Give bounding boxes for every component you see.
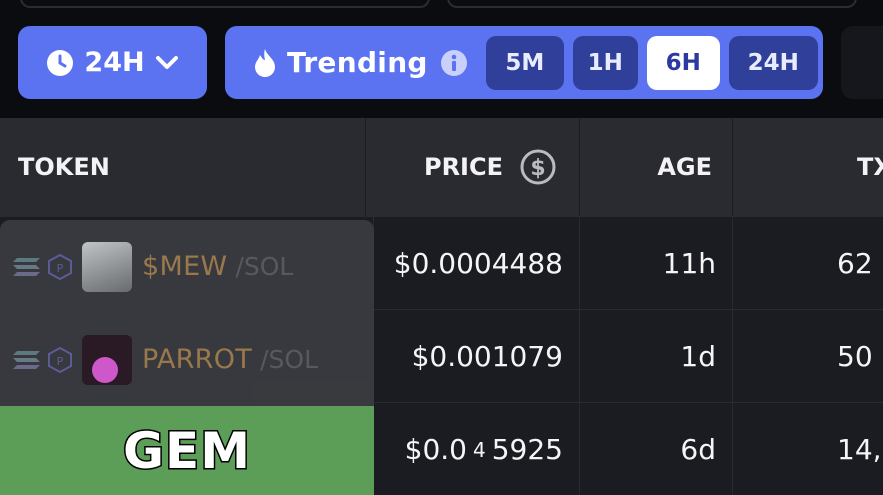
txns-cell: 14,3 [837,433,883,466]
period-24h-button[interactable]: 24H [728,35,818,90]
token-pair: /SOL [260,345,318,374]
price-prefix: $0.0 [404,433,467,466]
price-cell: $0.0004488 [374,217,580,310]
price-cell: $0.0 4 5925 [374,403,580,495]
trending-label: Trending [287,46,428,79]
top-strip [0,0,883,10]
token-name: PARROT [142,344,253,375]
solana-icon [13,350,40,369]
hex-badge-icon: P [48,253,72,280]
token-name: $MEW [142,251,228,282]
time-filter-button[interactable]: 24H [18,26,207,99]
column-header-price[interactable]: PRICE $ [366,118,580,216]
filter-toolbar: 24H Trending 5M 1H 6H 24H [0,26,883,100]
price-digits: 5925 [491,433,563,466]
token-avatar-mew [82,241,132,292]
price-cell: $0.001079 [374,310,580,403]
period-5m-button[interactable]: 5M [485,35,564,90]
column-header-txns[interactable]: TX [733,118,883,216]
period-6h-button[interactable]: 6H [646,35,720,90]
table-header: TOKEN PRICE $ AGE TX [0,118,883,216]
token-info-parrot[interactable]: P PARROT /SOL [0,313,374,406]
token-avatar-parrot [82,334,132,385]
token-highlight-overlay: P $MEW /SOL P PARROT /SOL [0,220,374,406]
age-cell: 11h [580,217,733,310]
column-header-token[interactable]: TOKEN [0,118,366,216]
column-header-age[interactable]: AGE [580,118,733,216]
dollar-icon[interactable]: $ [519,148,557,186]
hex-badge-icon: P [48,346,72,373]
txns-cell: 62 [837,247,873,280]
info-icon[interactable] [440,49,468,77]
column-header-price-label: PRICE [423,153,503,181]
token-pair: /SOL [235,252,294,281]
svg-text:$: $ [530,156,545,181]
age-cell: 6d [580,403,733,495]
gem-label: GEM [122,420,252,481]
top-panel-right[interactable] [447,0,857,8]
clock-icon [47,49,74,76]
chevron-down-icon [155,55,178,69]
price-zero-count: 4 [473,437,486,462]
period-1h-button[interactable]: 1H [572,35,638,90]
svg-text:P: P [57,355,64,368]
txns-cell: 50 [837,340,873,373]
toolbar-overflow-button[interactable] [841,26,883,99]
gem-token-cell[interactable]: GEM [0,406,374,495]
age-cell: 1d [580,310,733,403]
trending-group: Trending 5M 1H 6H 24H [225,26,823,99]
svg-text:P: P [57,262,64,275]
flame-icon [255,48,275,77]
token-info-mew[interactable]: P $MEW /SOL [0,220,374,313]
time-filter-label: 24H [84,47,145,78]
top-panel-left[interactable] [20,0,430,8]
solana-icon [13,257,40,276]
